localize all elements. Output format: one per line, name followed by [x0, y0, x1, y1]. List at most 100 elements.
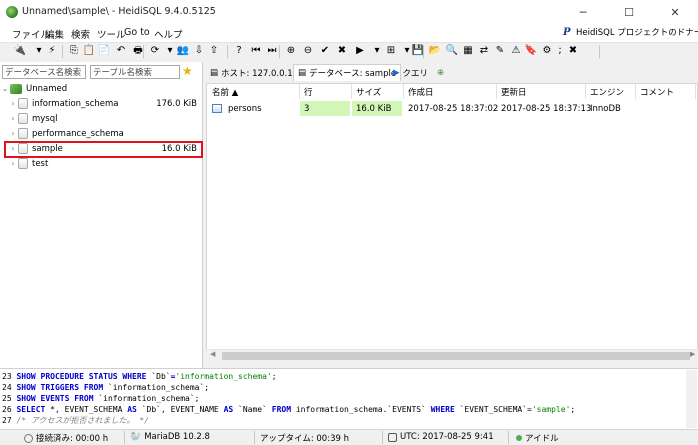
- dropdown-icon[interactable]: ▾: [32, 44, 46, 58]
- sql-token: `Db`: [151, 372, 171, 381]
- minimize-button[interactable]: ─: [560, 0, 606, 24]
- paste-icon[interactable]: 📋: [82, 44, 96, 58]
- undo-icon[interactable]: ↶: [114, 44, 128, 58]
- column-header[interactable]: 行: [300, 84, 352, 99]
- dropdown-icon[interactable]: ▾: [163, 44, 177, 58]
- semicolon-icon[interactable]: ;: [553, 44, 567, 58]
- column-header[interactable]: 更新日: [497, 84, 586, 99]
- table-cell[interactable]: [636, 101, 694, 116]
- replace-icon[interactable]: ⇄: [477, 44, 491, 58]
- connect-icon[interactable]: 🔌: [13, 44, 27, 58]
- sql-log-line: 27 /* アクセスが拒否されました。 */: [2, 416, 149, 426]
- run-icon[interactable]: ▶: [353, 44, 367, 58]
- export-icon[interactable]: ⇧: [207, 44, 221, 58]
- filter-icon[interactable]: ▦: [461, 44, 475, 58]
- edit-icon[interactable]: ✎: [493, 44, 507, 58]
- close-button[interactable]: ✕: [652, 0, 698, 24]
- tree-item-mysql[interactable]: › mysql: [0, 111, 203, 126]
- cell-value: 2017-08-25 18:37:13: [501, 103, 592, 114]
- bookmark-icon[interactable]: 🔖: [524, 44, 538, 58]
- import-icon[interactable]: ⇩: [192, 44, 206, 58]
- chevron-down-icon[interactable]: ⌄: [0, 84, 10, 93]
- database-icon: [18, 128, 28, 139]
- delete-icon[interactable]: ⊖: [301, 44, 315, 58]
- sql-token: SELECT: [16, 405, 51, 414]
- status-utc: UTC: 2017-08-25 9:41: [388, 432, 494, 442]
- menu-edit[interactable]: 編集: [45, 27, 64, 41]
- status-connected: 接続済み: 00:00 h: [24, 432, 108, 444]
- user-manager-icon[interactable]: 👥: [176, 44, 190, 58]
- query-icon: ▶: [393, 67, 400, 78]
- last-icon[interactable]: ⏭: [265, 44, 279, 58]
- table-cell[interactable]: 3: [300, 101, 350, 116]
- line-number: 26: [2, 405, 17, 414]
- column-header[interactable]: 作成日: [404, 84, 497, 99]
- column-header[interactable]: 名前 ▲: [208, 84, 300, 99]
- refresh-icon[interactable]: ⟳: [148, 44, 162, 58]
- stop-icon[interactable]: ✖: [566, 44, 580, 58]
- new-query-tab-button[interactable]: ⊕: [433, 64, 448, 81]
- horizontal-scroll-thumb[interactable]: [222, 352, 690, 360]
- tree-item-test[interactable]: › test: [0, 156, 203, 171]
- tab-host[interactable]: ▤ ホスト: 127.0.0.1: [206, 64, 297, 81]
- column-header[interactable]: エンジン: [586, 84, 636, 99]
- scroll-right-icon[interactable]: ▶: [690, 350, 695, 358]
- copy-icon[interactable]: ⎘: [67, 44, 81, 58]
- tree-item-label: performance_schema: [32, 128, 124, 139]
- donate-label: HeidiSQL プロジェクトのドナーになる: [576, 28, 698, 38]
- tab-database-label: データベース: sample: [309, 69, 397, 79]
- cut-icon[interactable]: 📄: [97, 44, 111, 58]
- table-name-cell[interactable]: persons: [208, 101, 298, 116]
- column-header[interactable]: サイズ: [352, 84, 404, 99]
- insert-icon[interactable]: ⊕: [284, 44, 298, 58]
- menu-goto[interactable]: Go to: [124, 27, 150, 38]
- database-filter-input[interactable]: データベース名検索: [2, 65, 86, 79]
- status-divider: [124, 431, 125, 444]
- sql-token: ;: [204, 383, 210, 392]
- cell-value: InnoDB: [590, 103, 621, 114]
- toolbar-separator: [62, 45, 63, 58]
- open-icon[interactable]: 📂: [428, 44, 442, 58]
- cell-value: 16.0 KiB: [356, 103, 392, 114]
- favorites-star-icon[interactable]: ★: [182, 64, 193, 78]
- chevron-right-icon[interactable]: ›: [8, 159, 18, 168]
- table-cell[interactable]: 16.0 KiB: [352, 101, 402, 116]
- paypal-icon: P: [563, 26, 571, 38]
- find-icon[interactable]: 🔍: [445, 44, 459, 58]
- table-filter-input[interactable]: テーブル名検索: [90, 65, 180, 79]
- post-icon[interactable]: ✔: [318, 44, 332, 58]
- cancel-icon[interactable]: ✖: [335, 44, 349, 58]
- database-icon: [18, 98, 28, 109]
- help-icon[interactable]: ?: [232, 44, 246, 58]
- donate-link[interactable]: P HeidiSQL プロジェクトのドナーになる: [563, 26, 698, 39]
- table-cell[interactable]: 2017-08-25 18:37:13: [497, 101, 591, 116]
- menu-search[interactable]: 検索: [71, 27, 90, 41]
- line-number: 27: [2, 416, 17, 425]
- menu-tools[interactable]: ツール: [97, 27, 126, 41]
- sql-token: WHERE: [430, 405, 460, 414]
- tree-item-information_schema[interactable]: › information_schema 176.0 KiB: [0, 96, 203, 111]
- maximize-button[interactable]: ☐: [606, 0, 652, 24]
- warning-icon[interactable]: ⚠: [509, 44, 523, 58]
- dropdown-icon[interactable]: ▾: [370, 44, 384, 58]
- table-cell[interactable]: 2017-08-25 18:37:02: [404, 101, 498, 116]
- disconnect-icon[interactable]: ⚡: [45, 44, 59, 58]
- tab-query[interactable]: ▶ クエリ: [389, 64, 432, 81]
- menu-help[interactable]: ヘルプ: [154, 27, 183, 41]
- column-header[interactable]: コメント: [636, 84, 696, 99]
- cell-value: persons: [228, 103, 262, 114]
- tree-item-performance_schema[interactable]: › performance_schema: [0, 126, 203, 141]
- scroll-left-icon[interactable]: ◀: [210, 350, 215, 358]
- sql-token: `information_schema`: [107, 383, 205, 392]
- chevron-right-icon[interactable]: ›: [8, 99, 18, 108]
- table-cell[interactable]: InnoDB: [586, 101, 634, 116]
- explain-icon[interactable]: ⊞: [384, 44, 398, 58]
- sql-log-scrollbar[interactable]: [686, 370, 697, 428]
- chevron-right-icon[interactable]: ›: [8, 129, 18, 138]
- tab-database[interactable]: ▤ データベース: sample: [293, 64, 402, 81]
- settings-icon[interactable]: ⚙: [540, 44, 554, 58]
- chevron-right-icon[interactable]: ›: [8, 114, 18, 123]
- tree-root-unnamed[interactable]: ⌄ Unnamed: [0, 81, 203, 96]
- status-uptime-text: アップタイム: 00:39 h: [260, 434, 349, 444]
- first-icon[interactable]: ⏮: [249, 44, 263, 58]
